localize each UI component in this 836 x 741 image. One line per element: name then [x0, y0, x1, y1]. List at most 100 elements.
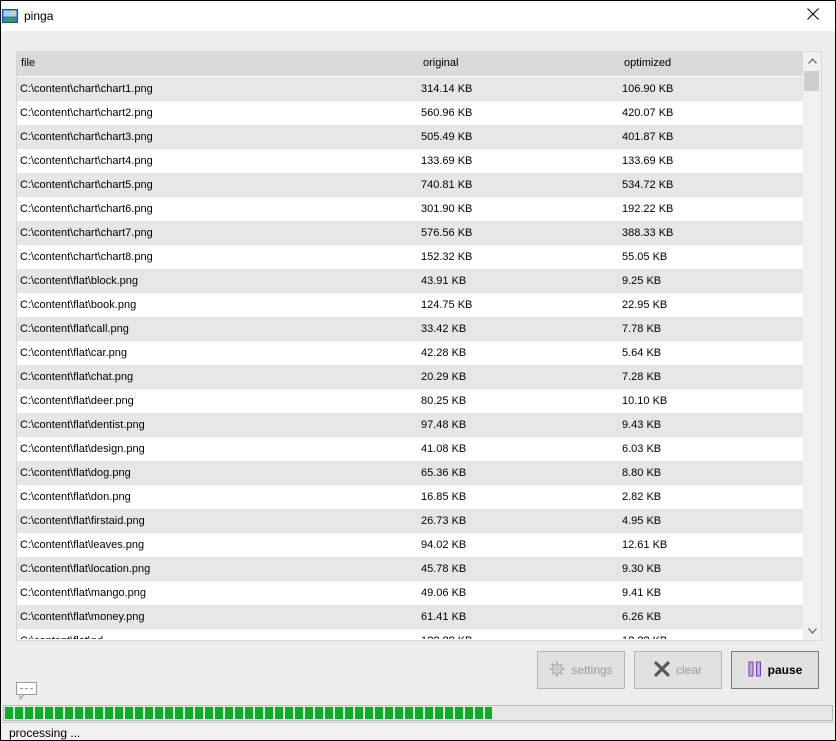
file-cell: C:\content\chart\chart2.png: [20, 107, 153, 119]
original-size-cell: 65.36 KB: [421, 467, 467, 479]
original-size-cell: 43.91 KB: [421, 275, 467, 287]
optimized-size-cell: 22.95 KB: [622, 299, 668, 311]
notification-icon[interactable]: [15, 681, 39, 701]
optimized-size-cell: 192.22 KB: [622, 203, 674, 215]
optimized-size-cell: 2.82 KB: [622, 491, 662, 503]
table-row[interactable]: C:\content\chart\chart4.png 133.69 KB 133.…: [17, 149, 803, 173]
optimized-size-cell: 388.33 KB: [622, 227, 674, 239]
file-cell: C:\content\flat\don.png: [20, 491, 131, 503]
table-row[interactable]: C:\content\flat\chat.png 20.29 KB 7.28 KB: [17, 365, 803, 389]
table-row[interactable]: C:\content\flat\location.png 45.78 KB 9.30…: [17, 557, 803, 581]
scroll-up-button[interactable]: [803, 52, 821, 70]
original-size-cell: 505.49 KB: [421, 131, 473, 143]
table-row[interactable]: C:\content\flat\firstaid.png 26.73 KB 4.95…: [17, 509, 803, 533]
table-row[interactable]: C:\content\flat\mango.png 49.06 KB 9.41 KB: [17, 581, 803, 605]
status-text: processing ...: [9, 726, 81, 740]
close-button[interactable]: [791, 1, 835, 29]
table-row[interactable]: C:\content\flat\block.png 43.91 KB 9.25 KB: [17, 269, 803, 293]
file-cell: C:\content\flat\money.png: [20, 611, 145, 623]
file-cell: C:\content\flat\nd...: [20, 635, 112, 639]
optimized-size-cell: 9.41 KB: [622, 587, 662, 599]
optimized-size-cell: 1? ?? KB: [622, 635, 667, 639]
optimized-size-cell: 55.05 KB: [622, 251, 668, 263]
clear-button[interactable]: clear: [634, 651, 722, 689]
original-size-cell: 42.28 KB: [421, 347, 467, 359]
settings-label: settings: [571, 663, 613, 677]
table-row[interactable]: C:\content\chart\chart8.png 152.32 KB 55.0…: [17, 245, 803, 269]
status-bar: processing ...: [1, 722, 835, 740]
original-size-cell: 576.56 KB: [421, 227, 473, 239]
table-row[interactable]: C:\content\flat\nd... 1?? ?? KB 1? ?? KB: [17, 629, 803, 639]
pause-button[interactable]: pause: [731, 651, 819, 689]
table-row[interactable]: C:\content\flat\don.png 16.85 KB 2.82 KB: [17, 485, 803, 509]
file-cell: C:\content\chart\chart7.png: [20, 227, 153, 239]
file-cell: C:\content\flat\call.png: [20, 323, 129, 335]
original-size-cell: 33.42 KB: [421, 323, 467, 335]
original-size-cell: 314.14 KB: [421, 83, 473, 95]
original-size-cell: 740.81 KB: [421, 179, 473, 191]
app-window: pinga file original optimized C:\content…: [0, 0, 836, 741]
list-rows: C:\content\chart\chart1.png 314.14 KB 106.…: [17, 77, 803, 639]
column-header-file[interactable]: file: [21, 57, 35, 69]
chevron-down-icon: [807, 625, 817, 637]
pause-icon: [748, 661, 762, 680]
table-row[interactable]: C:\content\flat\call.png 33.42 KB 7.78 KB: [17, 317, 803, 341]
table-row[interactable]: C:\content\chart\chart6.png 301.90 KB 192.…: [17, 197, 803, 221]
table-row[interactable]: C:\content\chart\chart1.png 314.14 KB 106.…: [17, 77, 803, 101]
table-row[interactable]: C:\content\flat\design.png 41.08 KB 6.03 K…: [17, 437, 803, 461]
file-list[interactable]: file original optimized C:\content\chart…: [16, 51, 822, 641]
optimized-size-cell: 8.80 KB: [622, 467, 662, 479]
optimized-size-cell: 6.03 KB: [622, 443, 662, 455]
original-size-cell: 41.08 KB: [421, 443, 467, 455]
chevron-up-icon: [807, 55, 817, 67]
file-cell: C:\content\chart\chart3.png: [20, 131, 153, 143]
file-cell: C:\content\chart\chart1.png: [20, 83, 153, 95]
vertical-scrollbar[interactable]: [803, 52, 821, 640]
original-size-cell: 16.85 KB: [421, 491, 467, 503]
table-row[interactable]: C:\content\flat\leaves.png 94.02 KB 12.61 …: [17, 533, 803, 557]
progress-fill: [5, 707, 492, 719]
table-row[interactable]: C:\content\chart\chart5.png 740.81 KB 534.…: [17, 173, 803, 197]
table-row[interactable]: C:\content\flat\dentist.png 97.48 KB 9.43 …: [17, 413, 803, 437]
scroll-thumb[interactable]: [804, 71, 819, 91]
table-row[interactable]: C:\content\flat\deer.png 80.25 KB 10.10 KB: [17, 389, 803, 413]
table-row[interactable]: C:\content\flat\dog.png 65.36 KB 8.80 KB: [17, 461, 803, 485]
optimized-size-cell: 7.78 KB: [622, 323, 662, 335]
table-row[interactable]: C:\content\flat\book.png 124.75 KB 22.95 K…: [17, 293, 803, 317]
file-cell: C:\content\flat\chat.png: [20, 371, 134, 383]
original-size-cell: 49.06 KB: [421, 587, 467, 599]
file-cell: C:\content\chart\chart6.png: [20, 203, 153, 215]
original-size-cell: 61.41 KB: [421, 611, 467, 623]
file-cell: C:\content\flat\book.png: [20, 299, 137, 311]
table-row[interactable]: C:\content\chart\chart7.png 576.56 KB 388.…: [17, 221, 803, 245]
image-icon: [2, 8, 18, 24]
original-size-cell: 133.69 KB: [421, 155, 473, 167]
close-icon: [807, 7, 819, 23]
original-size-cell: 80.25 KB: [421, 395, 467, 407]
file-cell: C:\content\flat\location.png: [20, 563, 151, 575]
optimized-size-cell: 7.28 KB: [622, 371, 662, 383]
column-header-optimized[interactable]: optimized: [624, 57, 671, 69]
optimized-size-cell: 9.43 KB: [622, 419, 662, 431]
original-size-cell: 152.32 KB: [421, 251, 473, 263]
original-size-cell: 26.73 KB: [421, 515, 467, 527]
title-bar: pinga: [1, 1, 835, 31]
gear-icon: [549, 661, 565, 680]
file-cell: C:\content\flat\dog.png: [20, 467, 131, 479]
optimized-size-cell: 420.07 KB: [622, 107, 674, 119]
file-cell: C:\content\flat\dentist.png: [20, 419, 145, 431]
optimized-size-cell: 6.26 KB: [622, 611, 662, 623]
table-row[interactable]: C:\content\flat\car.png 42.28 KB 5.64 KB: [17, 341, 803, 365]
column-header-original[interactable]: original: [423, 57, 458, 69]
table-row[interactable]: C:\content\flat\money.png 61.41 KB 6.26 KB: [17, 605, 803, 629]
original-size-cell: 45.78 KB: [421, 563, 467, 575]
settings-button[interactable]: settings: [537, 651, 625, 689]
file-cell: C:\content\chart\chart8.png: [20, 251, 153, 263]
table-row[interactable]: C:\content\chart\chart3.png 505.49 KB 401.…: [17, 125, 803, 149]
table-row[interactable]: C:\content\chart\chart2.png 560.96 KB 420.…: [17, 101, 803, 125]
scroll-down-button[interactable]: [803, 622, 821, 640]
optimized-size-cell: 401.87 KB: [622, 131, 674, 143]
optimized-size-cell: 9.30 KB: [622, 563, 662, 575]
optimized-size-cell: 12.61 KB: [622, 539, 668, 551]
optimized-size-cell: 106.90 KB: [622, 83, 674, 95]
